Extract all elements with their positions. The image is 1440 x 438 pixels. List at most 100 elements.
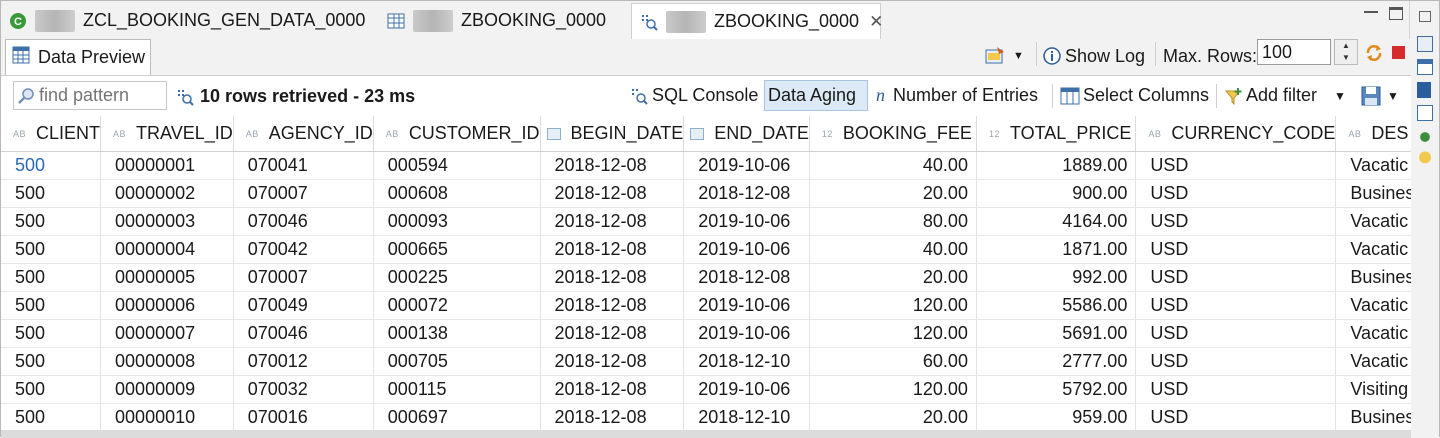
stop-icon[interactable] bbox=[1392, 46, 1405, 59]
table-cell[interactable]: 2019-10-06 bbox=[683, 235, 810, 264]
table-cell[interactable]: 500 bbox=[1, 347, 102, 376]
table-cell[interactable]: 500 bbox=[1, 291, 102, 320]
table-cell[interactable]: 500 bbox=[1, 235, 102, 264]
table-cell[interactable]: 5691.00 bbox=[976, 319, 1137, 348]
table-row[interactable]: 500 00000002 070007 000608 2018-12-08 2018-12… bbox=[1, 179, 1411, 208]
column-header[interactable]: BEGIN_DATE bbox=[540, 116, 685, 152]
editor-tab-table[interactable]: ZBOOKING_0000 bbox=[387, 3, 606, 38]
table-cell[interactable]: 2018-12-08 bbox=[540, 179, 685, 208]
table-cell[interactable]: 070012 bbox=[233, 347, 374, 376]
table-cell[interactable]: 959.00 bbox=[976, 403, 1137, 432]
table-cell[interactable]: 00000008 bbox=[100, 347, 234, 376]
column-header[interactable]: 12 BOOKING_FEE bbox=[809, 116, 977, 152]
table-cell[interactable]: 60.00 bbox=[809, 347, 977, 376]
table-cell[interactable]: 2018-12-08 bbox=[540, 403, 685, 432]
sql-console-button[interactable]: SQL Console bbox=[627, 80, 761, 111]
table-cell[interactable]: USD bbox=[1135, 319, 1337, 348]
table-cell[interactable]: 000115 bbox=[373, 375, 541, 404]
table-cell[interactable]: Busines bbox=[1335, 263, 1411, 292]
table-row[interactable]: 500 00000005 070007 000225 2018-12-08 2018-12… bbox=[1, 263, 1411, 292]
table-cell[interactable]: USD bbox=[1135, 347, 1337, 376]
table-cell[interactable]: Vacatic bbox=[1335, 347, 1411, 376]
table-cell[interactable]: 120.00 bbox=[809, 375, 977, 404]
table-cell[interactable]: 500 bbox=[1, 375, 102, 404]
table-cell[interactable]: USD bbox=[1135, 179, 1337, 208]
table-cell[interactable]: 900.00 bbox=[976, 179, 1137, 208]
max-rows-spinner[interactable]: ▲ ▼ bbox=[1334, 39, 1358, 65]
table-cell[interactable]: 2019-10-06 bbox=[683, 207, 810, 236]
table-cell[interactable]: 2018-12-08 bbox=[540, 375, 685, 404]
table-cell[interactable]: 2018-12-08 bbox=[540, 319, 685, 348]
column-header[interactable]: AB AGENCY_ID bbox=[233, 116, 374, 152]
table-cell[interactable]: USD bbox=[1135, 263, 1337, 292]
table-cell[interactable]: 070042 bbox=[233, 235, 374, 264]
table-cell[interactable]: Vacatic bbox=[1335, 151, 1411, 180]
table-row[interactable]: 500 00000009 070032 000115 2018-12-08 2019-10… bbox=[1, 375, 1411, 404]
table-cell[interactable]: 000665 bbox=[373, 235, 541, 264]
table-cell[interactable]: 2019-10-06 bbox=[683, 291, 810, 320]
table-cell[interactable]: 500 bbox=[1, 151, 102, 180]
table-cell[interactable]: 070007 bbox=[233, 179, 374, 208]
table-cell[interactable]: Visiting bbox=[1335, 375, 1411, 404]
table-cell[interactable]: 4164.00 bbox=[976, 207, 1137, 236]
table-cell[interactable]: USD bbox=[1135, 235, 1337, 264]
table-cell[interactable]: 000072 bbox=[373, 291, 541, 320]
table-cell[interactable]: 1871.00 bbox=[976, 235, 1137, 264]
max-rows-input[interactable]: 100 bbox=[1257, 39, 1331, 65]
table-row[interactable]: 500 00000004 070042 000665 2018-12-08 2019-10… bbox=[1, 235, 1411, 264]
restore-icon[interactable] bbox=[1419, 11, 1431, 22]
table-cell[interactable]: USD bbox=[1135, 375, 1337, 404]
book-icon[interactable] bbox=[1417, 82, 1431, 98]
table-cell[interactable]: 070016 bbox=[233, 403, 374, 432]
table-cell[interactable]: Vacatic bbox=[1335, 235, 1411, 264]
table-cell[interactable]: 2018-12-08 bbox=[540, 263, 685, 292]
table-cell[interactable]: 20.00 bbox=[809, 179, 977, 208]
table-cell[interactable]: 070041 bbox=[233, 151, 374, 180]
table-cell[interactable]: 000697 bbox=[373, 403, 541, 432]
table-cell[interactable]: Busines bbox=[1335, 179, 1411, 208]
column-header[interactable]: END_DATE bbox=[683, 116, 810, 152]
table-cell[interactable]: 2018-12-08 bbox=[540, 235, 685, 264]
table-cell[interactable]: 070007 bbox=[233, 263, 374, 292]
search-input[interactable] bbox=[39, 85, 157, 106]
column-header[interactable]: 12 TOTAL_PRICE bbox=[976, 116, 1137, 152]
table-cell[interactable]: 120.00 bbox=[809, 319, 977, 348]
table-cell[interactable]: 500 bbox=[1, 179, 102, 208]
add-filter-dropdown[interactable]: ▼ bbox=[1331, 80, 1349, 111]
table-cell[interactable]: 20.00 bbox=[809, 403, 977, 432]
table-cell[interactable]: 1889.00 bbox=[976, 151, 1137, 180]
maximize-icon[interactable] bbox=[1389, 7, 1403, 20]
table-cell[interactable]: 00000007 bbox=[100, 319, 234, 348]
table-cell[interactable]: 00000001 bbox=[100, 151, 234, 180]
table-cell[interactable]: 00000009 bbox=[100, 375, 234, 404]
table-cell[interactable]: 120.00 bbox=[809, 291, 977, 320]
table-cell[interactable]: 20.00 bbox=[809, 263, 977, 292]
table-cell[interactable]: 00000002 bbox=[100, 179, 234, 208]
show-log-button[interactable]: Show Log bbox=[1043, 39, 1145, 73]
export-button[interactable]: ▼ bbox=[1358, 80, 1402, 111]
table-cell[interactable]: 070046 bbox=[233, 319, 374, 348]
column-header[interactable]: AB CLIENT bbox=[1, 116, 102, 152]
add-filter-button[interactable]: Add filter bbox=[1221, 80, 1320, 111]
table-cell[interactable]: 5792.00 bbox=[976, 375, 1137, 404]
refresh-icon[interactable] bbox=[1364, 43, 1384, 68]
table-cell[interactable]: 000705 bbox=[373, 347, 541, 376]
column-header[interactable]: AB CUSTOMER_ID bbox=[373, 116, 541, 152]
table-cell[interactable]: 070032 bbox=[233, 375, 374, 404]
number-of-entries-button[interactable]: n Number of Entries bbox=[873, 80, 1041, 111]
table-cell[interactable]: 5586.00 bbox=[976, 291, 1137, 320]
table-view-icon[interactable] bbox=[1417, 105, 1433, 121]
table-cell[interactable]: 070046 bbox=[233, 207, 374, 236]
table-cell[interactable]: 2018-12-08 bbox=[683, 179, 810, 208]
table-cell[interactable]: 000138 bbox=[373, 319, 541, 348]
table-cell[interactable]: 2018-12-08 bbox=[540, 291, 685, 320]
editor-tab-class[interactable]: C ZCL_BOOKING_GEN_DATA_0000 bbox=[9, 3, 365, 38]
spin-down-icon[interactable]: ▼ bbox=[1335, 52, 1357, 64]
table-cell[interactable]: 000594 bbox=[373, 151, 541, 180]
table-cell[interactable]: 80.00 bbox=[809, 207, 977, 236]
table-cell[interactable]: 40.00 bbox=[809, 151, 977, 180]
table-cell[interactable]: 2018-12-08 bbox=[540, 207, 685, 236]
table-cell[interactable]: 00000006 bbox=[100, 291, 234, 320]
column-header[interactable]: AB DES bbox=[1335, 116, 1411, 152]
table-cell[interactable]: 00000003 bbox=[100, 207, 234, 236]
